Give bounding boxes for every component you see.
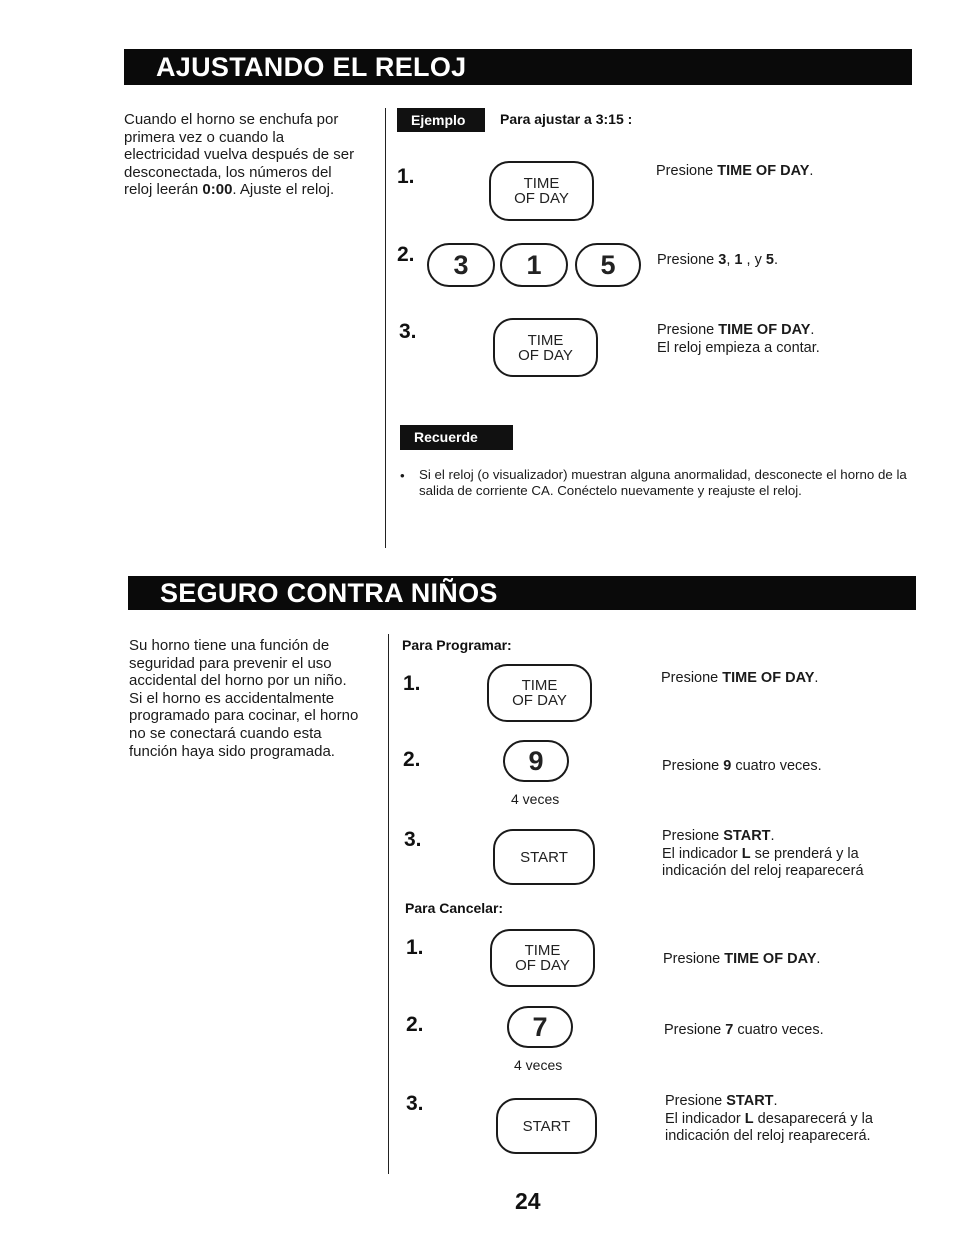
number-key-3[interactable]: 3 <box>427 243 495 287</box>
reminder-tag: Recuerde <box>400 425 513 450</box>
step-number: 3. <box>406 1092 424 1115</box>
page-number: 24 <box>515 1188 541 1214</box>
section-title: AJUSTANDO EL RELOJ <box>156 52 467 82</box>
step-number: 1. <box>397 165 415 188</box>
intro-text-clock: Cuando el horno se enchufa por primera v… <box>124 111 355 199</box>
step-description: Presione 3, 1 , y 5. <box>657 252 778 268</box>
step-number: 2. <box>397 243 415 266</box>
step-number: 2. <box>403 748 421 771</box>
reminder-bullet: • <box>400 468 405 483</box>
step-description: Presione 9 cuatro veces. <box>662 758 822 774</box>
step-number: 1. <box>403 672 421 695</box>
step-number: 3. <box>404 828 422 851</box>
section-banner-child-lock: SEGURO CONTRA NIÑOS <box>128 576 916 610</box>
example-tag: Ejemplo <box>397 108 485 132</box>
number-key-9[interactable]: 9 <box>503 740 569 782</box>
step-number: 3. <box>399 320 417 343</box>
reminder-text: Si el reloj (o visualizador) muestran al… <box>419 467 907 498</box>
column-divider <box>388 634 389 1174</box>
time-of-day-key[interactable]: TIME OF DAY <box>490 929 595 987</box>
section-banner-clock: AJUSTANDO EL RELOJ <box>124 49 912 85</box>
step-number: 2. <box>406 1013 424 1036</box>
start-key[interactable]: START <box>496 1098 597 1154</box>
press-count-note: 4 veces <box>511 791 560 807</box>
step-description: Presione 7 cuatro veces. <box>664 1022 824 1038</box>
step-number: 1. <box>406 936 424 959</box>
time-of-day-key[interactable]: TIME OF DAY <box>489 161 594 221</box>
step-description: Presione TIME OF DAY. <box>656 163 814 179</box>
number-key-1[interactable]: 1 <box>500 243 568 287</box>
program-label: Para Programar: <box>402 637 512 653</box>
step-description: Presione START. El indicador L se prende… <box>662 828 864 879</box>
press-count-note: 4 veces <box>514 1057 563 1073</box>
step-description: Presione TIME OF DAY. El reloj empieza a… <box>657 322 820 356</box>
intro-text-child-lock: Su horno tiene una función de seguridad … <box>129 637 359 760</box>
cancel-label: Para Cancelar: <box>405 900 504 916</box>
column-divider <box>385 108 386 548</box>
number-key-7[interactable]: 7 <box>507 1006 573 1048</box>
step-description: Presione TIME OF DAY. <box>663 951 821 967</box>
number-key-5[interactable]: 5 <box>575 243 641 287</box>
step-description: Presione TIME OF DAY. <box>661 670 819 686</box>
time-of-day-key[interactable]: TIME OF DAY <box>493 318 598 377</box>
start-key[interactable]: START <box>493 829 595 885</box>
section-title: SEGURO CONTRA NIÑOS <box>160 578 498 608</box>
step-description: Presione START. El indicador L desaparec… <box>665 1093 873 1144</box>
example-text: Para ajustar a 3:15 : <box>500 111 633 127</box>
time-of-day-key[interactable]: TIME OF DAY <box>487 664 592 722</box>
